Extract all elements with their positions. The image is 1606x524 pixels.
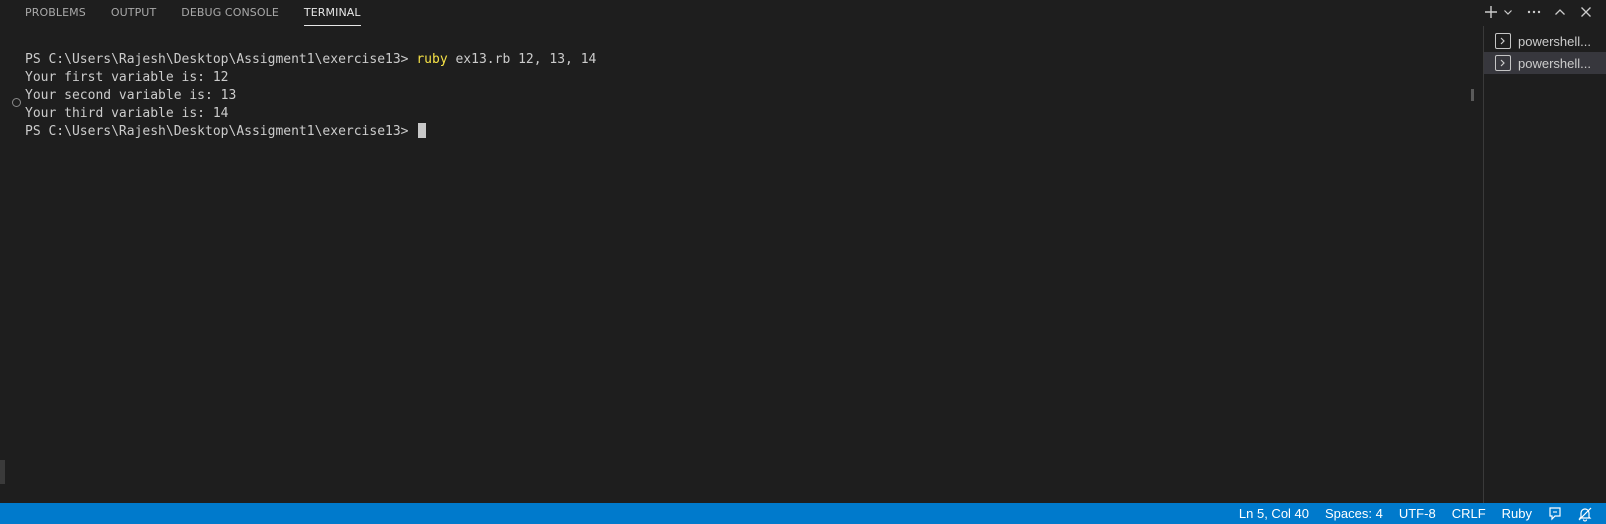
indentation[interactable]: Spaces: 4	[1317, 503, 1391, 524]
terminal-icon	[1495, 55, 1511, 71]
feedback-icon	[1549, 506, 1561, 520]
terminal-cursor	[418, 123, 427, 138]
chevron-up-icon	[1555, 9, 1565, 15]
close-panel-button[interactable]	[1574, 0, 1598, 24]
prompt-text: PS C:\Users\Rajesh\Desktop\Assigment1\ex…	[25, 52, 417, 67]
maximize-panel-button[interactable]	[1548, 0, 1572, 24]
status-items: Ln 5, Col 40 Spaces: 4 UTF-8 CRLF Ruby	[1231, 503, 1600, 524]
command-args: ex13.rb 12, 13, 14	[447, 52, 597, 67]
terminal-dropdown-button[interactable]	[1500, 0, 1516, 24]
end-of-line[interactable]: CRLF	[1444, 503, 1494, 524]
add-icon	[1485, 6, 1497, 18]
terminal-line: Your second variable is: 13	[25, 88, 237, 103]
more-icon	[1527, 10, 1541, 14]
close-icon	[1581, 7, 1591, 17]
cursor-position[interactable]: Ln 5, Col 40	[1231, 503, 1317, 524]
terminal-output: PS C:\Users\Rajesh\Desktop\Assigment1\ex…	[25, 51, 596, 141]
tab-terminal[interactable]: TERMINAL	[303, 0, 361, 26]
sash-handle[interactable]	[0, 460, 5, 484]
terminal-tab-label: powershell...	[1518, 55, 1591, 71]
tab-debug-console[interactable]: DEBUG CONSOLE	[181, 0, 279, 26]
terminal-line: PS C:\Users\Rajesh\Desktop\Assigment1\ex…	[25, 123, 596, 141]
terminal-tabs-list: powershell... powershell...	[1483, 26, 1606, 503]
command-decoration-icon[interactable]	[12, 98, 21, 107]
bell-muted-icon	[1578, 507, 1592, 521]
scrollbar-thumb[interactable]	[1471, 89, 1474, 101]
notifications-button[interactable]	[1570, 503, 1600, 524]
tab-output[interactable]: OUTPUT	[111, 0, 156, 26]
terminal-line: PS C:\Users\Rajesh\Desktop\Assigment1\ex…	[25, 51, 596, 69]
prompt-text: PS C:\Users\Rajesh\Desktop\Assigment1\ex…	[25, 124, 417, 139]
terminal-icon	[1495, 33, 1511, 49]
terminal-tab-item[interactable]: powershell...	[1484, 30, 1606, 52]
tab-problems[interactable]: PROBLEMS	[25, 0, 86, 26]
command-keyword: ruby	[416, 52, 448, 67]
terminal-tab-label: powershell...	[1518, 33, 1591, 49]
terminal-view[interactable]: PS C:\Users\Rajesh\Desktop\Assigment1\ex…	[0, 26, 1483, 503]
terminal-line: Your third variable is: 14	[25, 106, 229, 121]
more-actions-button[interactable]	[1522, 0, 1546, 24]
terminal-tab-item[interactable]: powershell...	[1484, 52, 1606, 74]
panel-tabs: PROBLEMS OUTPUT DEBUG CONSOLE TERMINAL	[25, 0, 386, 26]
terminal-line: Your first variable is: 12	[25, 70, 229, 85]
status-bar: Ln 5, Col 40 Spaces: 4 UTF-8 CRLF Ruby	[0, 503, 1606, 524]
language-mode[interactable]: Ruby	[1494, 503, 1540, 524]
feedback-button[interactable]	[1540, 503, 1570, 524]
chevron-down-icon	[1504, 10, 1512, 15]
panel-header: PROBLEMS OUTPUT DEBUG CONSOLE TERMINAL	[0, 0, 1606, 26]
encoding[interactable]: UTF-8	[1391, 503, 1444, 524]
panel-actions	[1482, 0, 1606, 24]
new-terminal-button[interactable]	[1482, 0, 1500, 24]
